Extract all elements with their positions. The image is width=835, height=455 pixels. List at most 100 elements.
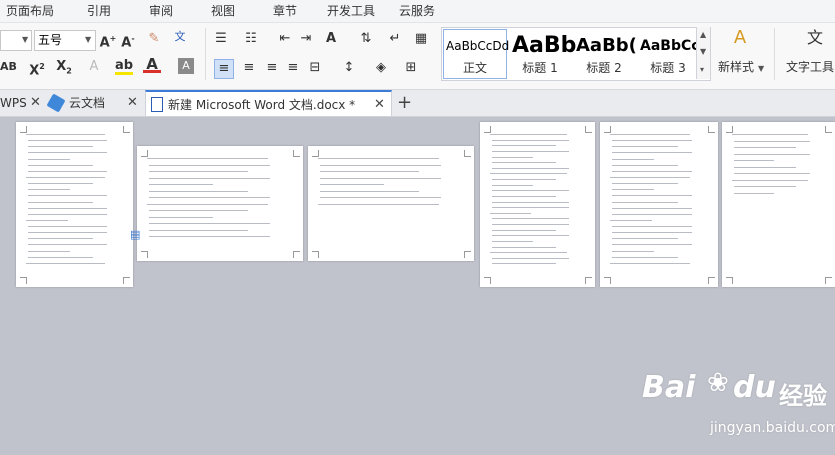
menu-view[interactable]: 视图 [211, 3, 235, 19]
text-line [149, 210, 248, 211]
crop-mark [708, 126, 715, 133]
increase-indent-icon[interactable]: ⇥ [297, 30, 315, 48]
close-icon[interactable]: ✕ [127, 90, 138, 116]
line-spacing-icon[interactable]: ↕ [340, 59, 358, 77]
text-line [28, 146, 93, 148]
chevron-down-icon: ▼ [22, 35, 29, 44]
text-line [612, 189, 654, 191]
text-line [612, 256, 678, 258]
text-line [734, 186, 796, 187]
text-line [320, 197, 441, 198]
menu-cloud[interactable]: 云服务 [399, 3, 435, 19]
borders-icon[interactable]: ⊞ [402, 59, 420, 77]
shading-icon[interactable]: ◈ [372, 59, 390, 77]
text-line [612, 158, 654, 160]
decrease-indent-icon[interactable]: ⇤ [276, 30, 294, 48]
text-line [490, 252, 567, 254]
document-page[interactable] [480, 122, 595, 287]
text-line [492, 190, 569, 192]
crop-mark [604, 126, 611, 133]
bullets-icon[interactable]: ☰ [212, 30, 230, 48]
text-line [732, 134, 808, 135]
text-line [149, 177, 270, 179]
superscript-icon[interactable]: X2 [28, 58, 46, 80]
document-page[interactable] [722, 122, 835, 287]
text-line [492, 150, 569, 152]
style-normal[interactable]: AaBbCcDd 正文 [442, 28, 509, 80]
text-line [492, 184, 533, 186]
font-color-icon[interactable]: A [143, 55, 161, 73]
new-tab-icon[interactable]: + [397, 92, 412, 113]
style-heading-3[interactable]: AaBbCcI 标题 3 [636, 28, 705, 80]
crop-mark [484, 277, 491, 284]
text-line [492, 201, 569, 203]
document-page[interactable] [137, 146, 303, 261]
tab-wps[interactable]: WPS ✕ [0, 90, 42, 116]
crop-mark [708, 277, 715, 284]
text-line [490, 212, 531, 214]
tab-cloud-docs[interactable]: 云文档 ✕ [46, 90, 139, 116]
align-left-icon[interactable]: ≡ [214, 59, 234, 79]
text-line [149, 216, 213, 218]
text-line [492, 257, 569, 259]
align-center-icon[interactable]: ≡ [240, 59, 258, 77]
show-marks-icon[interactable]: ↵ [386, 30, 404, 48]
strikethrough-icon[interactable]: AB [0, 58, 17, 76]
grow-font-icon[interactable]: A+ [99, 30, 117, 52]
document-page[interactable] [16, 122, 133, 287]
crop-mark [141, 150, 148, 157]
text-line [612, 250, 654, 252]
tab-document[interactable]: 新建 Microsoft Word 文档.docx * ✕ [145, 90, 392, 116]
text-line [147, 203, 268, 205]
text-line [28, 152, 107, 154]
style-heading-1[interactable]: AaBb 标题 1 [508, 28, 576, 80]
menu-review[interactable]: 审阅 [149, 3, 173, 19]
menu-chapter[interactable]: 章节 [273, 3, 297, 19]
chevron-down-icon: ▼ [85, 35, 92, 44]
document-page[interactable] [600, 122, 718, 287]
more-icon: ▾ [700, 65, 705, 74]
menu-page-layout[interactable]: 页面布局 [6, 3, 54, 19]
table-icon[interactable]: ▦ [412, 30, 430, 48]
distribute-icon[interactable]: ⊟ [306, 59, 324, 77]
menu-references[interactable]: 引用 [87, 3, 111, 19]
text-line [612, 238, 678, 240]
sort-icon[interactable]: ⇅ [357, 30, 375, 48]
align-right-icon[interactable]: ≡ [263, 59, 281, 77]
text-tool-button[interactable]: 文字工具 [786, 58, 834, 76]
crop-mark [726, 126, 733, 133]
style-heading-2[interactable]: AaBb( 标题 2 [572, 28, 637, 80]
crop-mark [825, 277, 832, 284]
text-line [492, 156, 533, 158]
text-effect-icon[interactable]: A [85, 58, 103, 76]
shrink-font-icon[interactable]: A- [119, 30, 137, 52]
chevron-down-icon: ▼ [700, 47, 707, 56]
highlight-icon[interactable]: ab [115, 57, 133, 75]
crop-mark [825, 126, 832, 133]
tab-label: 新建 Microsoft Word 文档.docx * [168, 98, 356, 112]
close-icon[interactable]: ✕ [30, 90, 41, 116]
crop-mark [312, 150, 319, 157]
clear-format-icon[interactable]: ✎ [145, 30, 163, 48]
text-line [320, 177, 441, 179]
char-shading-icon[interactable]: A [178, 58, 194, 74]
text-line [28, 226, 107, 228]
justify-icon[interactable]: ≡ [284, 59, 302, 77]
text-line [612, 183, 678, 185]
subscript-icon[interactable]: X2 [55, 58, 73, 81]
text-line [492, 246, 556, 248]
new-style-button[interactable]: 新样式 [718, 58, 754, 76]
document-page[interactable] [308, 146, 474, 261]
menu-developer[interactable]: 开发工具 [327, 3, 375, 19]
text-direction-icon[interactable]: A [322, 30, 340, 48]
text-line [610, 219, 652, 221]
text-line [492, 240, 533, 242]
text-line [149, 184, 213, 185]
text-line [612, 140, 692, 142]
numbering-icon[interactable]: ☷ [242, 30, 260, 48]
text-line [149, 223, 270, 224]
text-line [147, 158, 268, 159]
style-gallery-scroll[interactable]: ▲ ▼ ▾ [696, 27, 710, 79]
close-icon[interactable]: ✕ [374, 92, 385, 118]
pinyin-guide-icon[interactable]: 文 [169, 28, 191, 46]
